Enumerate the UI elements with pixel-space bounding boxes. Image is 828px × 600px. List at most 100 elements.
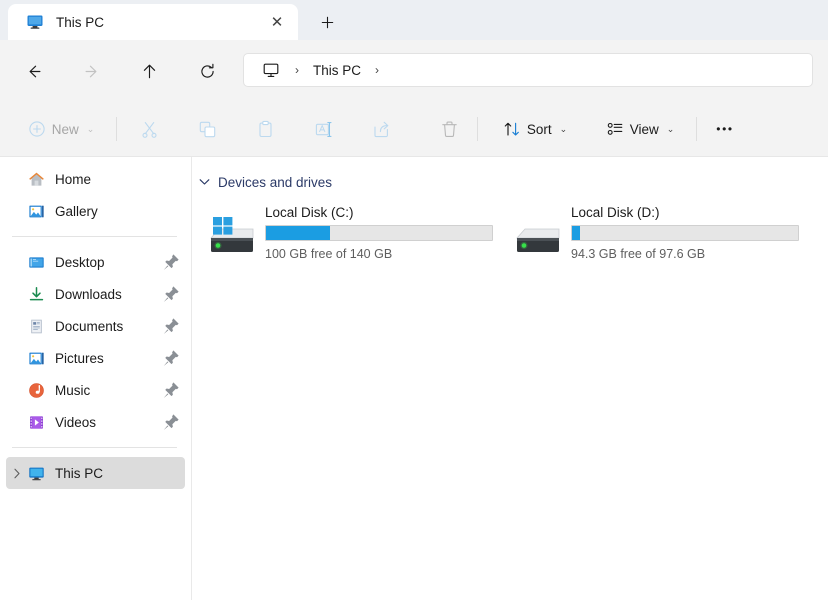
sidebar-item-label: Home [55,171,92,187]
sidebar-item-label: Pictures [55,350,104,366]
sidebar-item-label: Desktop [55,254,105,270]
toolbar-separator-1 [116,117,117,141]
sidebar-item-videos[interactable]: Videos [6,406,185,438]
sidebar-item-label: This PC [55,465,104,481]
pin-icon[interactable] [161,348,181,368]
drive-free-space: 94.3 GB free of 97.6 GB [571,247,706,261]
new-tab-button[interactable] [310,8,344,36]
close-icon: ✕ [270,14,284,31]
documents-icon [31,319,42,333]
cut-button[interactable] [132,112,166,146]
drive-capacity-bar [265,225,493,241]
sidebar-item-label: Music [55,382,91,398]
copy-button[interactable] [190,112,224,146]
hard-drive-icon [516,228,560,252]
breadcrumb-separator-1[interactable]: › [366,57,388,83]
sidebar-item-gallery[interactable]: Gallery [6,195,185,227]
paste-button[interactable] [248,112,282,146]
plus-icon [321,16,333,28]
sidebar-item-desktop[interactable]: Desktop [6,246,185,278]
rename-icon [315,121,331,137]
group-header-devices-and-drives[interactable]: Devices and drives [199,170,828,194]
pin-icon[interactable] [161,316,181,336]
drive-name: Local Disk (C:) [265,205,354,220]
drive-item-c[interactable]: Local Disk (C:) 100 GB free of 140 GB [199,200,499,270]
toolbar-separator-2 [477,117,478,141]
sidebar-item-music[interactable]: Music [6,374,185,406]
pin-icon[interactable] [161,412,181,432]
file-list-pane[interactable]: Devices and drives Local Disk (C:) 100 G… [193,157,828,600]
arrow-right-icon [85,65,96,77]
toolbar-separator-3 [696,117,697,141]
group-chevron-glyph [199,179,210,185]
pin-icon[interactable] [161,380,181,400]
more-options-button[interactable]: ••• [708,112,742,146]
drive-item-d[interactable]: Local Disk (D:) 94.3 GB free of 97.6 GB [505,200,805,270]
chevron-right-icon[interactable] [6,468,28,479]
view-button[interactable]: View ⌄ [594,112,686,146]
breadcrumb-item-this-pc[interactable]: This PC [308,60,366,81]
ellipsis-icon: ••• [716,122,734,136]
sidebar-item-documents[interactable]: Documents [6,310,185,342]
sidebar-item-this-pc[interactable]: This PC [6,457,185,489]
music-icon [29,382,44,398]
share-button[interactable] [364,112,398,146]
command-bar [0,100,828,157]
title-bar: This PC ✕ [0,0,828,40]
pictures-icon [29,352,44,364]
sidebar-item-label: Downloads [55,286,122,302]
this-pc-icon [29,467,44,480]
sort-icon [504,122,519,136]
expander-chevron [14,468,20,478]
view-button-label: View [629,121,659,137]
sidebar-item-pictures[interactable]: Pictures [6,342,185,374]
this-pc-monitor-icon [27,15,43,29]
sort-button[interactable]: Sort ⌄ [490,112,580,146]
videos-icon [30,415,43,429]
navigation-pane[interactable]: Home Gallery Desktop Downloads Documents… [0,157,192,600]
sidebar-separator-1 [12,236,177,237]
sidebar-item-home[interactable]: Home [6,163,185,195]
paste-icon [258,120,272,137]
gallery-icon [29,205,44,217]
drive-info: Local Disk (D:) 94.3 GB free of 97.6 GB [571,200,805,261]
downloads-icon [29,286,44,300]
tab-close-button[interactable]: ✕ [262,8,292,36]
arrow-left-icon [29,65,40,77]
breadcrumb-separator-0: › [295,63,299,77]
sort-button-label: Sort [526,121,552,137]
scissors-icon [141,121,157,138]
sidebar-item-downloads[interactable]: Downloads [6,278,185,310]
new-button-label: New [51,121,79,137]
refresh-button[interactable] [190,54,224,88]
copy-icon [199,121,215,137]
arrow-up-icon [143,64,155,78]
drive-name: Local Disk (D:) [571,205,660,220]
back-button[interactable] [16,54,50,88]
monitor-icon [263,63,279,77]
pin-icon[interactable] [161,252,181,272]
chevron-down-icon[interactable] [199,178,210,186]
chevron-down-icon: ⌄ [666,123,675,134]
address-bar[interactable]: › This PC › [243,53,813,87]
sidebar-item-label: Documents [55,318,124,334]
drive-capacity-bar [571,225,799,241]
up-button[interactable] [132,54,166,88]
sidebar-separator-2 [12,447,177,448]
drive-capacity-fill [572,226,580,240]
pin-icon[interactable] [161,284,181,304]
plus-circle-icon [29,121,45,137]
group-title: Devices and drives [218,174,333,190]
tab-label: This PC [56,14,105,30]
delete-button[interactable] [432,112,466,146]
rename-button[interactable] [306,112,340,146]
refresh-icon [200,63,214,78]
sidebar-item-label: Videos [55,414,97,430]
hard-drive-icon [210,217,254,252]
home-icon [29,172,44,186]
forward-button[interactable] [75,54,109,88]
new-button[interactable]: New ⌄ [16,112,106,146]
drive-info: Local Disk (C:) 100 GB free of 140 GB [265,200,499,261]
tab-this-pc[interactable]: This PC ✕ [8,4,298,40]
sidebar-item-label: Gallery [55,203,98,219]
